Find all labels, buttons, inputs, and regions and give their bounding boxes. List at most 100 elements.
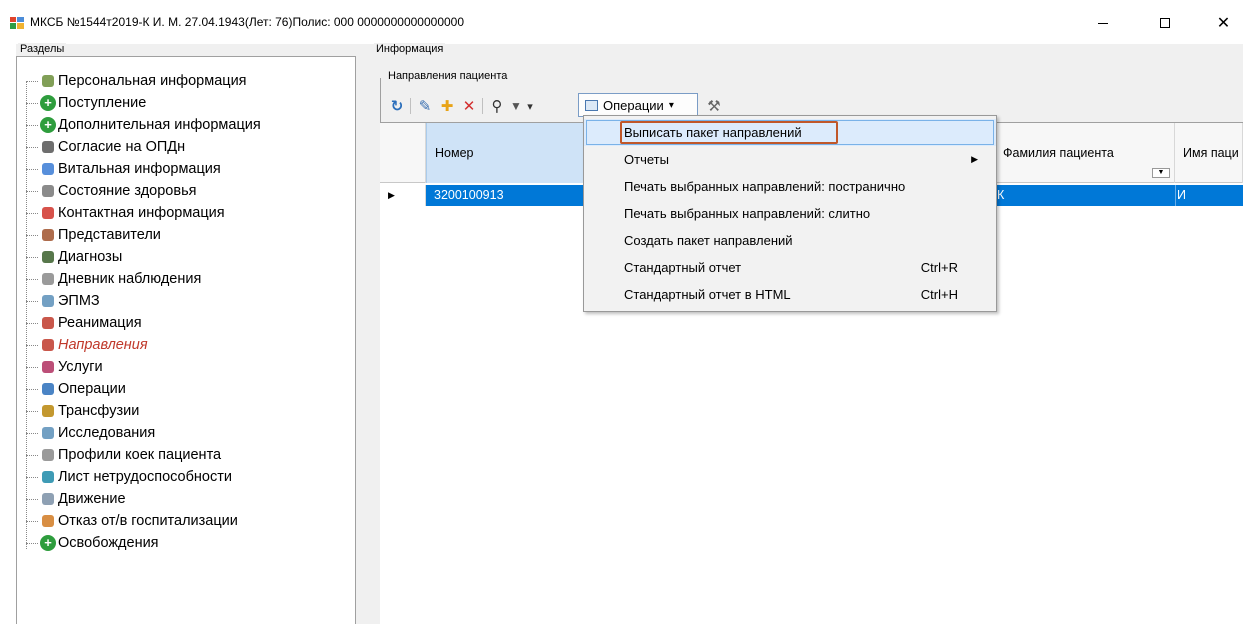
tree-item-18[interactable]: Лист нетрудоспособности [20, 466, 350, 488]
phone-icon [42, 207, 54, 219]
tree-item-17[interactable]: Профили коек пациента [20, 444, 350, 466]
tree-item-label: Представители [58, 227, 161, 243]
tree-connector [26, 147, 38, 148]
menu-item-label: Печать выбранных направлений: постраничн… [624, 179, 906, 194]
pane-splitter[interactable] [356, 44, 370, 624]
tree-connector [26, 81, 38, 82]
tree-connector [26, 499, 38, 500]
tools-icon[interactable]: ⚒ [704, 96, 724, 116]
tree-item-8[interactable]: Диагнозы [20, 246, 350, 268]
operations-button[interactable]: Операции ▾ [578, 93, 698, 117]
tree-item-2[interactable]: + Дополнительная информация [20, 114, 350, 136]
tree-item-label: Операции [58, 381, 126, 397]
tree-item-12[interactable]: Направления [20, 334, 350, 356]
tree-item-label: ЭПМЗ [58, 293, 100, 309]
info-header-bar [370, 44, 1243, 56]
bed-profile-icon [42, 449, 54, 461]
menu-item-issue-referral-package[interactable]: Выписать пакет направлений [584, 119, 996, 146]
maximize-button[interactable] [1142, 8, 1188, 38]
tree-item-16[interactable]: Исследования [20, 422, 350, 444]
tree-item-9[interactable]: Дневник наблюдения [20, 268, 350, 290]
menu-item-print-merged[interactable]: Печать выбранных направлений: слитно [584, 200, 996, 227]
title-bar: МКСБ №1544т2019-К И. М. 27.04.1943(Лет: … [0, 0, 1243, 42]
filter-dropdown-icon[interactable]: ▾ [524, 96, 536, 116]
tree-connector [26, 191, 38, 192]
menu-item-reports[interactable]: Отчеты ▶ [584, 146, 996, 173]
menu-item-shortcut: Ctrl+R [920, 260, 958, 275]
app-logo-icon [10, 17, 24, 29]
toolbar-separator [410, 98, 411, 114]
find-icon[interactable]: ⚲ [488, 96, 506, 116]
tree-item-14[interactable]: Операции [20, 378, 350, 400]
tree-item-4[interactable]: Витальная информация [20, 158, 350, 180]
menu-item-shortcut: Ctrl+H [920, 287, 958, 302]
tree-item-19[interactable]: Движение [20, 488, 350, 510]
menu-item-label: Отчеты [624, 152, 669, 167]
tree-item-0[interactable]: Персональная информация [20, 70, 350, 92]
delete-icon[interactable]: ✕ [460, 96, 478, 116]
tree-item-6[interactable]: Контактная информация [20, 202, 350, 224]
refresh-icon[interactable]: ↻ [388, 96, 406, 116]
tree-item-label: Согласие на ОПДн [58, 139, 186, 155]
referrals-group-title: Направления пациента [386, 70, 510, 82]
tree-item-label: Исследования [58, 425, 156, 441]
tree-item-label: Персональная информация [58, 73, 247, 89]
tree-connector [26, 455, 38, 456]
green-plus-circle-icon: + [40, 535, 56, 551]
column-header-nomer[interactable]: Номер [426, 123, 586, 183]
tree-item-13[interactable]: Услуги [20, 356, 350, 378]
movement-icon [42, 493, 54, 505]
tree-connector [26, 323, 38, 324]
minimize-button[interactable] [1080, 8, 1126, 38]
research-icon [42, 427, 54, 439]
menu-item-print-per-page[interactable]: Печать выбранных направлений: постраничн… [584, 173, 996, 200]
menu-item-standard-report-html[interactable]: Стандартный отчет в HTML Ctrl+H [584, 281, 996, 308]
add-icon[interactable]: ✚ [438, 96, 456, 116]
window-title: МКСБ №1544т2019-К И. М. 27.04.1943(Лет: … [30, 15, 465, 29]
tree-item-20[interactable]: Отказ от/в госпитализации [20, 510, 350, 532]
tree-item-label: Дневник наблюдения [58, 271, 202, 287]
tree-connector [26, 103, 38, 104]
close-button[interactable]: ✕ [1204, 8, 1243, 38]
maximize-icon [1160, 18, 1170, 28]
tree-item-21[interactable]: + Освобождения [20, 532, 350, 554]
sections-tree: Персональная информация + Поступление + Допо… [20, 70, 350, 554]
tree-item-3[interactable]: Согласие на ОПДн [20, 136, 350, 158]
tree-item-7[interactable]: Представители [20, 224, 350, 246]
tree-item-11[interactable]: Реанимация [20, 312, 350, 334]
tree-item-label: Диагнозы [58, 249, 123, 265]
menu-item-label: Выписать пакет направлений [624, 125, 802, 140]
filter-icon[interactable]: ▼ [508, 96, 524, 116]
edit-icon[interactable]: ✎ [416, 96, 434, 116]
tree-item-label: Реанимация [58, 315, 142, 331]
tree-item-5[interactable]: Состояние здоровья [20, 180, 350, 202]
tree-item-label: Дополнительная информация [58, 117, 261, 133]
menu-item-create-package[interactable]: Создать пакет направлений [584, 227, 996, 254]
menu-item-standard-report[interactable]: Стандартный отчет Ctrl+R [584, 254, 996, 281]
operations-menu: Выписать пакет направлений Отчеты ▶ Печа… [583, 115, 997, 312]
cell-separator [1175, 185, 1176, 206]
menu-item-label: Стандартный отчет [624, 260, 742, 275]
menu-item-label: Печать выбранных направлений: слитно [624, 206, 871, 221]
tree-item-15[interactable]: Трансфузии [20, 400, 350, 422]
health-icon [42, 185, 54, 197]
menu-item-label: Создать пакет направлений [624, 233, 793, 248]
minimize-icon [1098, 22, 1108, 24]
tree-connector [26, 543, 38, 544]
tree-connector [26, 169, 38, 170]
tree-connector [26, 433, 38, 434]
document-icon [42, 295, 54, 307]
column-filter-button[interactable]: ▼ [1152, 168, 1170, 178]
tree-connector [26, 301, 38, 302]
diagnosis-book-icon [42, 251, 54, 263]
column-header-familiya[interactable]: Фамилия пациента ▼ [995, 123, 1175, 183]
tree-item-label: Движение [58, 491, 126, 507]
tree-item-1[interactable]: + Поступление [20, 92, 350, 114]
tree-item-10[interactable]: ЭПМЗ [20, 290, 350, 312]
tree-connector [26, 389, 38, 390]
representatives-icon [42, 229, 54, 241]
services-icon [42, 361, 54, 373]
operations-icon [585, 99, 598, 111]
tree-connector [26, 257, 38, 258]
column-header-imya[interactable]: Имя паци [1175, 123, 1243, 183]
